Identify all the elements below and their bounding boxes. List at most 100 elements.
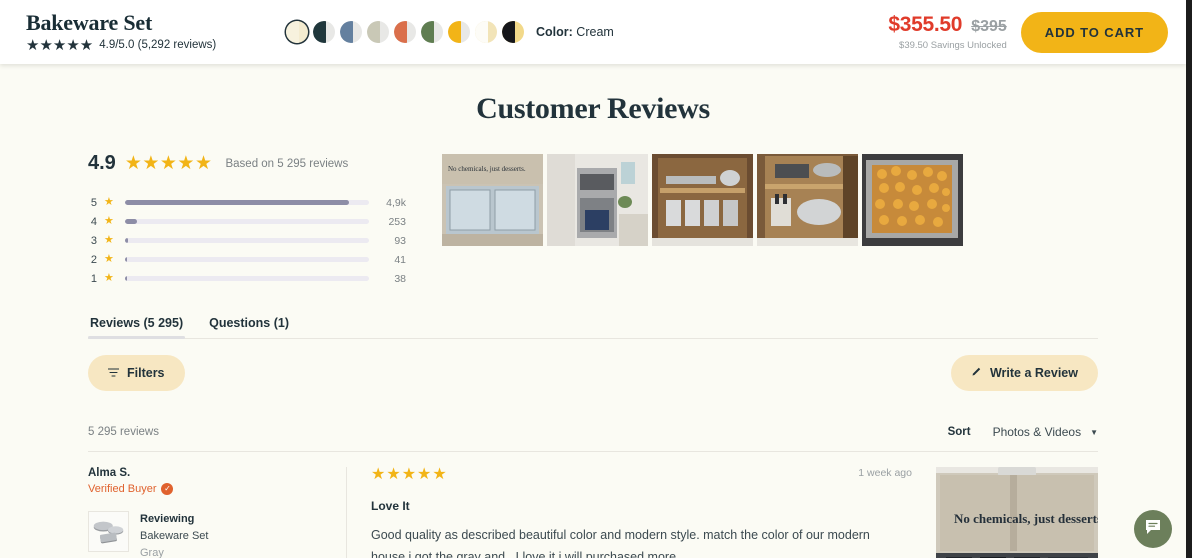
reviewing-product-name: Bakeware Set (140, 530, 209, 543)
color-swatch-cream[interactable] (286, 21, 308, 43)
product-title: Bakeware Set (26, 10, 153, 36)
color-swatch-blue[interactable] (340, 21, 362, 43)
color-swatch-yellow[interactable] (448, 21, 470, 43)
product-info: Bakeware Set ★★★★★ 4.9/5.0 (5,292 review… (26, 11, 258, 52)
price-block: $355.50 $395 $39.50 Savings Unlocked (888, 13, 1020, 51)
color-label-value: Cream (576, 25, 614, 39)
star-icon: ★ (104, 253, 114, 265)
rating-bar-2[interactable]: 2 ★ 41 (88, 250, 406, 269)
reviewed-product-meta: Reviewing Bakeware Set Gray (140, 511, 208, 558)
page-root: Bakeware Set ★★★★★ 4.9/5.0 (5,292 review… (0, 0, 1186, 558)
price-current: $355.50 (888, 13, 963, 36)
write-review-label: Write a Review (989, 366, 1078, 380)
review-photo[interactable]: No chemicals, just desserts. (936, 467, 1098, 558)
review-title: Love It (371, 499, 410, 513)
rating-bar-3[interactable]: 3 ★ 93 (88, 231, 406, 250)
rating-bar-track (124, 276, 369, 281)
reviewing-variant: Gray (140, 547, 164, 558)
overall-score: 4.9 (88, 152, 116, 174)
write-a-review-button[interactable]: Write a Review (950, 355, 1098, 391)
reviews-tabs[interactable]: Reviews (5 295) Questions (1) (88, 310, 1098, 339)
price-original: $395 (971, 18, 1007, 35)
price-row: $355.50 $395 (888, 13, 1006, 37)
svg-text:No chemicals, just desserts.: No chemicals, just desserts. (448, 165, 526, 173)
review-content: ★★★★★ 1 week ago Love It Good quality as… (346, 467, 936, 558)
sticky-product-bar: Bakeware Set ★★★★★ 4.9/5.0 (5,292 review… (0, 0, 1186, 64)
reviews-summary: 4.9 ★★★★★ Based on 5 295 reviews 5 ★ 4,9… (88, 152, 1098, 288)
svg-text:No chemicals, just desserts.: No chemicals, just desserts. (954, 511, 1098, 526)
rating-bar-label: 5 (90, 196, 97, 209)
reviewed-product-thumbnail[interactable] (88, 511, 129, 552)
reviews-main: Customer Reviews 4.9 ★★★★★ Based on 5 29… (0, 92, 1186, 558)
rating-bar-4[interactable]: 4 ★ 253 (88, 212, 406, 231)
review-timestamp: 1 week ago (858, 467, 912, 479)
reviewing-label: Reviewing (140, 513, 195, 525)
color-swatch-terracotta[interactable] (394, 21, 416, 43)
review-author-block: Alma S. Verified Buyer ✓ Reviewing Bakew… (88, 467, 346, 558)
add-to-cart-button[interactable]: ADD TO CART (1020, 11, 1168, 53)
chat-bubble-icon (1144, 518, 1162, 541)
rating-bar-track (124, 238, 369, 243)
star-icon: ★ (104, 234, 114, 246)
gallery-photo-cabinet-pans[interactable] (652, 154, 753, 246)
sort-group: Sort Photos & Videos ▼ (948, 425, 1098, 439)
filter-icon (107, 366, 120, 380)
check-circle-icon: ✓ (161, 483, 174, 495)
customer-photo-gallery[interactable]: No chemicals, just desserts. (442, 152, 963, 288)
review-item: Alma S. Verified Buyer ✓ Reviewing Bakew… (88, 452, 1098, 558)
sort-dropdown[interactable]: Photos & Videos ▼ (993, 425, 1098, 439)
product-stars-icon: ★★★★★ (26, 36, 94, 54)
rating-bar-5[interactable]: 5 ★ 4,9k (88, 193, 406, 212)
color-swatch-white[interactable] (475, 21, 497, 43)
review-stars-icon: ★★★★★ (371, 466, 448, 483)
rating-bar-count: 93 (394, 234, 406, 247)
color-swatch-list[interactable] (286, 21, 524, 43)
color-swatch-black[interactable] (502, 21, 524, 43)
verified-buyer-badge: Verified Buyer ✓ (88, 483, 328, 495)
review-author-name: Alma S. (88, 467, 131, 479)
gallery-photo-box-no-chemicals[interactable]: No chemicals, just desserts. (442, 154, 543, 246)
reviewed-product[interactable]: Reviewing Bakeware Set Gray (88, 511, 328, 558)
rating-bar-count: 253 (388, 215, 406, 228)
product-rating-text: 4.9/5.0 (5,292 reviews) (99, 39, 217, 52)
review-header: ★★★★★ 1 week ago (371, 467, 912, 483)
based-on-text: Based on 5 295 reviews (225, 157, 349, 170)
rating-bar-1[interactable]: 1 ★ 38 (88, 269, 406, 288)
tab-reviews[interactable]: Reviews (5 295) (88, 310, 186, 339)
chat-widget-button[interactable] (1134, 510, 1172, 548)
rating-breakdown: 4.9 ★★★★★ Based on 5 295 reviews 5 ★ 4,9… (88, 152, 406, 288)
rating-bar-label: 3 (90, 234, 97, 247)
rating-bar-track (124, 200, 369, 205)
tab-questions[interactable]: Questions (1) (207, 310, 291, 339)
rating-bar-count: 38 (394, 272, 406, 285)
color-label-prefix: Color: (536, 25, 573, 39)
rating-bar-count: 41 (394, 253, 406, 266)
rating-bars: 5 ★ 4,9k 4 ★ 253 3 ★ 93 2 ★ 41 1 ★ 38 (88, 193, 406, 288)
rating-bar-label: 2 (90, 253, 97, 266)
pencil-icon (971, 366, 982, 380)
selected-color-label: Color: Cream (536, 25, 614, 39)
overall-rating-row: 4.9 ★★★★★ Based on 5 295 reviews (88, 152, 406, 175)
rating-bar-track (124, 219, 369, 224)
filters-button[interactable]: Filters (88, 355, 185, 391)
filter-row: Filters Write a Review (88, 355, 1098, 391)
sort-value: Photos & Videos (992, 425, 1082, 439)
sort-label: Sort (947, 426, 971, 438)
review-count-row: 5 295 reviews Sort Photos & Videos ▼ (88, 425, 1098, 451)
verified-buyer-label: Verified Buyer (88, 483, 157, 495)
rating-bar-track (124, 257, 369, 262)
rating-bar-count: 4,9k (386, 196, 406, 209)
color-swatch-navy[interactable] (313, 21, 335, 43)
star-icon: ★ (104, 196, 114, 208)
star-icon: ★ (104, 215, 114, 227)
color-swatch-sage-gray[interactable] (367, 21, 389, 43)
rating-bar-label: 1 (90, 272, 97, 285)
gallery-photo-sheet-pan-food[interactable] (862, 154, 963, 246)
color-swatch-green[interactable] (421, 21, 443, 43)
product-rating: ★★★★★ 4.9/5.0 (5,292 reviews) (26, 38, 258, 53)
savings-text: $39.50 Savings Unlocked (899, 40, 1007, 51)
review-count-text: 5 295 reviews (88, 426, 159, 438)
gallery-photo-cabinet-cookware[interactable] (757, 154, 858, 246)
gallery-photo-kitchen-wall-oven[interactable] (547, 154, 648, 246)
chevron-down-icon: ▼ (1090, 427, 1098, 437)
